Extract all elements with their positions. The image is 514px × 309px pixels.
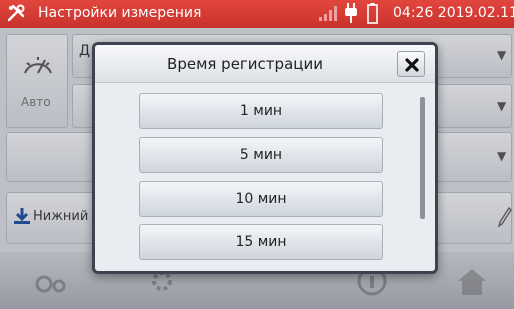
option-1-min[interactable]: 1 мин xyxy=(139,93,383,129)
scrollbar[interactable] xyxy=(420,97,425,219)
close-icon xyxy=(405,58,419,72)
option-15-min[interactable]: 15 мин xyxy=(139,224,383,260)
option-10-min[interactable]: 10 мин xyxy=(139,181,383,217)
title-bar: Настройки измерения 04:26 2019.02.11 xyxy=(0,0,514,28)
battery-icon xyxy=(367,3,378,24)
recording-time-dialog: Время регистрации 1 мин 5 мин 10 мин 15 … xyxy=(92,42,438,274)
signal-icon xyxy=(319,6,337,21)
screen-title: Настройки измерения xyxy=(38,5,202,21)
dialog-title: Время регистрации xyxy=(167,55,323,73)
clock: 04:26 2019.02.11 xyxy=(393,5,514,21)
device-screen: Настройки измерения 04:26 2019.02.11 Авт… xyxy=(0,0,514,309)
dialog-header: Время регистрации xyxy=(95,45,435,83)
tools-icon[interactable] xyxy=(6,3,26,23)
option-5-min[interactable]: 5 мин xyxy=(139,137,383,173)
plug-icon xyxy=(345,3,357,23)
close-button[interactable] xyxy=(397,51,425,77)
